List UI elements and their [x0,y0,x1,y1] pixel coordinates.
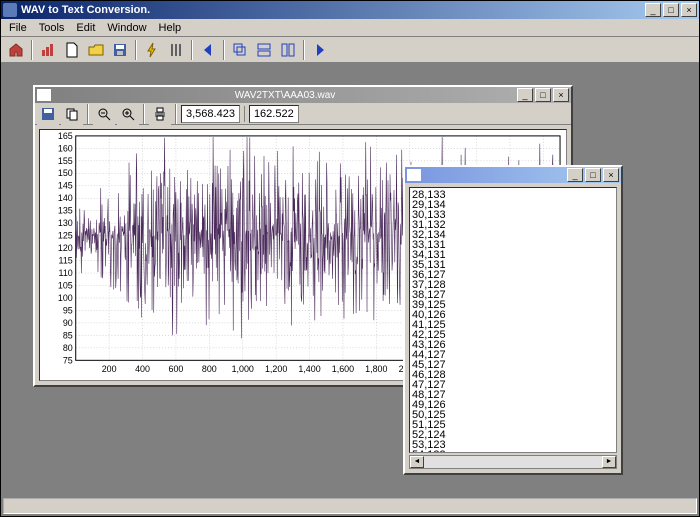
zoom-out-button[interactable] [93,103,115,125]
svg-text:1,600: 1,600 [332,364,354,374]
zoom-in-button[interactable] [117,103,139,125]
lightning-icon [144,42,160,58]
arrow-right-icon [312,42,328,58]
data-list[interactable]: 28,13329,13430,13331,13232,13433,13134,1… [409,187,617,453]
menubar: File Tools Edit Window Help [1,19,699,37]
data-window-icon [407,169,421,181]
data-minimize-button[interactable]: _ [567,168,583,182]
config-button[interactable] [165,39,187,61]
cascade-windows-icon [232,42,248,58]
chart-minimize-button[interactable]: _ [517,88,533,102]
svg-text:135: 135 [58,206,73,216]
svg-text:125: 125 [58,231,73,241]
svg-text:145: 145 [58,181,73,191]
open-button[interactable] [85,39,107,61]
data-window[interactable]: _ □ × 28,13329,13430,13331,13232,13433,1… [403,165,623,475]
mdi-client-area: WAV2TXT\AAA03.wav _ □ × 3,568.423 162.52… [3,65,697,496]
svg-text:1,400: 1,400 [298,364,320,374]
tile-vertical-button[interactable] [277,39,299,61]
svg-text:115: 115 [59,256,73,266]
coord-y-display: 162.522 [249,105,299,123]
sliders-icon [168,42,184,58]
svg-text:1,000: 1,000 [232,364,254,374]
app-title: WAV to Text Conversion. [21,4,645,16]
svg-text:400: 400 [135,364,150,374]
chart-window-titlebar[interactable]: WAV2TXT\AAA03.wav _ □ × [35,87,571,103]
save-icon [112,42,128,58]
run-button[interactable] [141,39,163,61]
data-window-titlebar[interactable]: _ □ × [405,167,621,183]
home-button[interactable] [5,39,27,61]
zoom-out-icon [96,106,112,122]
new-button[interactable] [61,39,83,61]
save-button[interactable] [109,39,131,61]
tile-horizontal-button[interactable] [253,39,275,61]
minimize-button[interactable]: _ [645,3,661,17]
svg-text:165: 165 [58,131,73,141]
data-row[interactable]: 54,123 [412,450,614,453]
main-titlebar: WAV to Text Conversion. _ □ × [1,1,699,19]
menu-help[interactable]: Help [153,20,188,36]
svg-text:90: 90 [63,318,73,328]
svg-text:80: 80 [63,343,73,353]
svg-text:85: 85 [63,330,73,340]
svg-text:100: 100 [58,293,73,303]
menu-window[interactable]: Window [101,20,152,36]
scroll-left-button[interactable]: ◄ [410,456,424,468]
printer-icon [152,106,168,122]
svg-text:120: 120 [58,243,73,253]
svg-text:150: 150 [58,168,73,178]
svg-text:95: 95 [63,305,73,315]
svg-text:155: 155 [58,156,73,166]
svg-text:105: 105 [58,280,73,290]
new-file-icon [64,42,80,58]
svg-text:110: 110 [59,268,73,278]
chart-window-icon [37,89,51,101]
app-icon [3,3,17,17]
arrow-left-icon [200,42,216,58]
chart-save-button[interactable] [37,103,59,125]
svg-text:1,200: 1,200 [265,364,287,374]
open-chart-button[interactable] [37,39,59,61]
data-maximize-button[interactable]: □ [585,168,601,182]
svg-text:160: 160 [58,143,73,153]
close-button[interactable]: × [681,3,697,17]
zoom-in-icon [120,106,136,122]
svg-text:1,800: 1,800 [365,364,387,374]
chart-maximize-button[interactable]: □ [535,88,551,102]
svg-text:75: 75 [63,355,73,365]
svg-text:140: 140 [58,193,73,203]
coord-x-display: 3,568.423 [181,105,240,123]
svg-text:800: 800 [202,364,217,374]
copy-icon [64,106,80,122]
save-icon [40,106,56,122]
scroll-track[interactable] [424,456,602,468]
statusbar [3,498,697,514]
prev-button[interactable] [197,39,219,61]
chart-toolbar: 3,568.423 162.522 [35,103,571,125]
menu-tools[interactable]: Tools [33,20,71,36]
main-toolbar [1,37,699,63]
scroll-right-button[interactable]: ► [602,456,616,468]
menu-edit[interactable]: Edit [70,20,101,36]
svg-text:200: 200 [102,364,117,374]
next-button[interactable] [309,39,331,61]
data-close-button[interactable]: × [603,168,619,182]
svg-text:130: 130 [58,218,73,228]
chart-print-button[interactable] [149,103,171,125]
cascade-button[interactable] [229,39,251,61]
svg-text:600: 600 [168,364,183,374]
maximize-button[interactable]: □ [663,3,679,17]
chart-window-title: WAV2TXT\AAA03.wav [53,90,517,101]
tile-vertical-icon [280,42,296,58]
tile-horizontal-icon [256,42,272,58]
home-icon [8,42,24,58]
menu-file[interactable]: File [3,20,33,36]
app-window: WAV to Text Conversion. _ □ × File Tools… [0,0,700,517]
chart-close-button[interactable]: × [553,88,569,102]
chart-icon [40,42,56,58]
data-horizontal-scrollbar[interactable]: ◄ ► [409,455,617,469]
chart-copy-button[interactable] [61,103,83,125]
folder-open-icon [88,42,104,58]
